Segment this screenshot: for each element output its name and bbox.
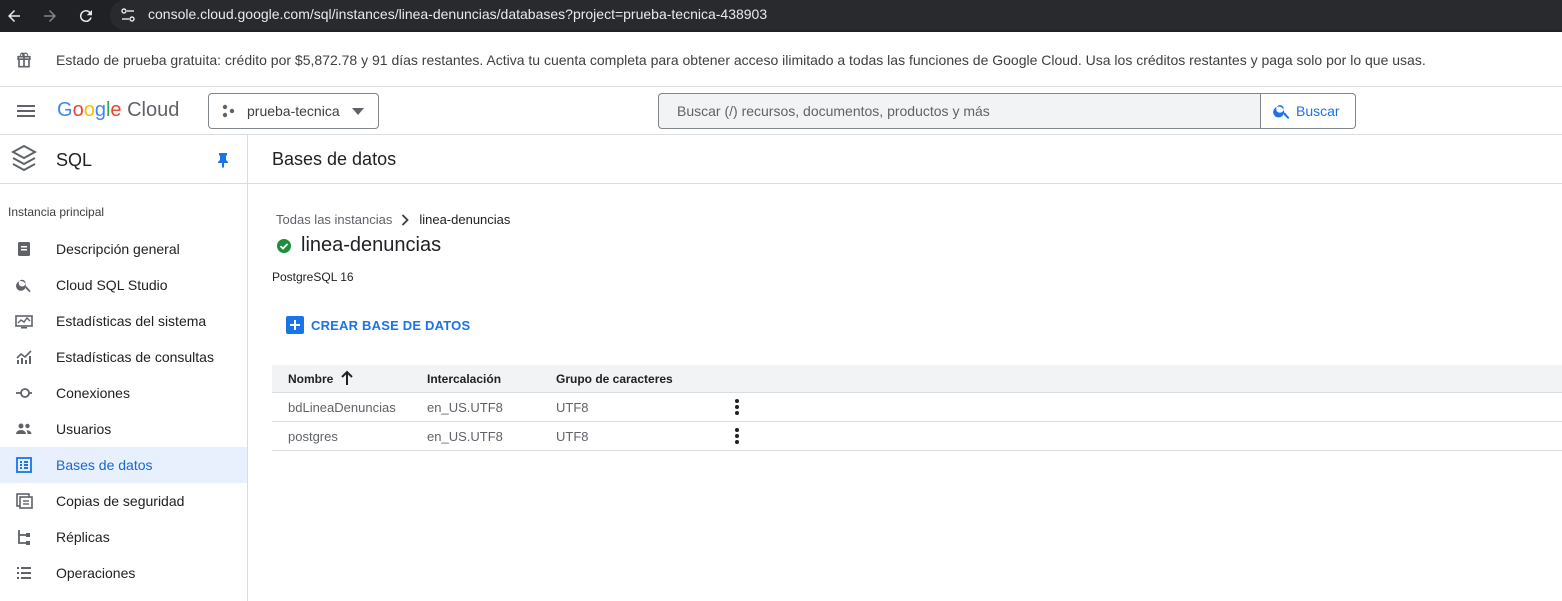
sidebar: SQL Instancia principal Descripción gene… bbox=[0, 135, 248, 601]
more-actions-icon[interactable] bbox=[730, 427, 744, 445]
page-title: Bases de datos bbox=[272, 149, 397, 169]
sidebar-item-overview[interactable]: Descripción general bbox=[0, 231, 247, 267]
databases-table: Nombre Intercalación Grupo de caracteres… bbox=[272, 365, 1562, 451]
sidebar-item-operations[interactable]: Operaciones bbox=[0, 555, 247, 591]
back-arrow-icon[interactable] bbox=[4, 6, 24, 26]
hamburger-menu-icon[interactable] bbox=[14, 99, 38, 123]
browser-toolbar: console.cloud.google.com/sql/instances/l… bbox=[0, 0, 1562, 32]
more-actions-icon[interactable] bbox=[730, 398, 744, 416]
chart-icon bbox=[15, 348, 33, 366]
sidebar-item-connections[interactable]: Conexiones bbox=[0, 375, 247, 411]
chevron-right-icon bbox=[401, 213, 410, 226]
sort-ascending-icon[interactable] bbox=[340, 370, 354, 386]
sidebar-item-backups[interactable]: Copias de seguridad bbox=[0, 483, 247, 519]
trial-banner-text: Estado de prueba gratuita: crédito por $… bbox=[56, 52, 1426, 68]
caret-down-icon bbox=[352, 108, 364, 115]
instance-title: linea-denuncias bbox=[276, 234, 441, 257]
column-header-collation[interactable]: Intercalación bbox=[427, 372, 501, 386]
table-row: bdLineaDenuncias en_US.UTF8 UTF8 bbox=[272, 393, 1562, 422]
project-name: prueba-tecnica bbox=[247, 103, 340, 119]
databases-icon bbox=[15, 456, 33, 474]
backup-icon bbox=[15, 492, 33, 510]
page-header: Bases de datos bbox=[248, 135, 1562, 184]
reload-icon[interactable] bbox=[76, 6, 96, 26]
search-button[interactable]: Buscar bbox=[1260, 93, 1356, 129]
sidebar-header: SQL bbox=[0, 135, 247, 184]
section-label: Instancia principal bbox=[8, 205, 105, 219]
sidebar-nav: Descripción general Cloud SQL Studio Est… bbox=[0, 231, 247, 591]
forward-arrow-icon[interactable] bbox=[40, 6, 60, 26]
sidebar-item-replicas[interactable]: Réplicas bbox=[0, 519, 247, 555]
overview-icon bbox=[15, 240, 33, 258]
url-text[interactable]: console.cloud.google.com/sql/instances/l… bbox=[148, 6, 767, 22]
monitor-icon bbox=[15, 312, 33, 330]
pin-icon[interactable] bbox=[216, 152, 230, 168]
sidebar-item-query-insights[interactable]: Estadísticas de consultas bbox=[0, 339, 247, 375]
search-icon bbox=[1272, 101, 1292, 121]
breadcrumb-current: linea-denuncias bbox=[419, 212, 511, 227]
users-icon bbox=[15, 420, 33, 438]
connections-icon bbox=[15, 384, 33, 402]
trial-banner: Estado de prueba gratuita: crédito por $… bbox=[0, 32, 1562, 87]
project-icon bbox=[221, 103, 237, 119]
sidebar-item-databases[interactable]: Bases de datos bbox=[0, 447, 247, 483]
console-header: Google Cloud prueba-tecnica Buscar bbox=[0, 87, 1562, 135]
instance-name: linea-denuncias bbox=[301, 234, 442, 256]
column-header-name[interactable]: Nombre bbox=[288, 372, 333, 386]
search-button-label: Buscar bbox=[1296, 103, 1340, 119]
site-settings-icon[interactable] bbox=[120, 7, 136, 23]
address-bar[interactable]: console.cloud.google.com/sql/instances/l… bbox=[110, 0, 1562, 30]
create-database-button[interactable]: CREAR BASE DE DATOS bbox=[286, 315, 470, 335]
sidebar-item-cloud-sql-studio[interactable]: Cloud SQL Studio bbox=[0, 267, 247, 303]
product-title: SQL bbox=[56, 150, 93, 170]
cell-collation: en_US.UTF8 bbox=[427, 429, 503, 444]
cell-charset: UTF8 bbox=[556, 400, 589, 415]
db-version: PostgreSQL 16 bbox=[272, 270, 354, 284]
search-box[interactable] bbox=[658, 93, 1261, 129]
column-header-charset[interactable]: Grupo de caracteres bbox=[556, 372, 673, 386]
replicas-icon bbox=[15, 528, 33, 546]
create-database-label: CREAR BASE DE DATOS bbox=[311, 317, 471, 333]
sidebar-item-users[interactable]: Usuarios bbox=[0, 411, 247, 447]
add-box-icon bbox=[286, 316, 304, 334]
sql-product-icon bbox=[10, 144, 38, 174]
project-selector[interactable]: prueba-tecnica bbox=[208, 93, 379, 129]
table-row: postgres en_US.UTF8 UTF8 bbox=[272, 422, 1562, 451]
check-circle-icon bbox=[276, 238, 292, 254]
cell-name: postgres bbox=[288, 429, 338, 444]
list-icon bbox=[15, 564, 33, 582]
sidebar-item-system-insights[interactable]: Estadísticas del sistema bbox=[0, 303, 247, 339]
cell-charset: UTF8 bbox=[556, 429, 589, 444]
table-header: Nombre Intercalación Grupo de caracteres bbox=[272, 365, 1562, 393]
breadcrumb-all-instances[interactable]: Todas las instancias bbox=[276, 212, 392, 227]
main-content: Bases de datos Todas las instancias line… bbox=[248, 135, 1562, 601]
breadcrumb: Todas las instancias linea-denuncias bbox=[276, 212, 510, 227]
cell-collation: en_US.UTF8 bbox=[427, 400, 503, 415]
gift-icon bbox=[14, 50, 34, 70]
search-icon bbox=[15, 276, 33, 294]
google-cloud-logo[interactable]: Google Cloud bbox=[57, 99, 179, 122]
cell-name: bdLineaDenuncias bbox=[288, 400, 396, 415]
search-input[interactable] bbox=[659, 94, 1260, 128]
